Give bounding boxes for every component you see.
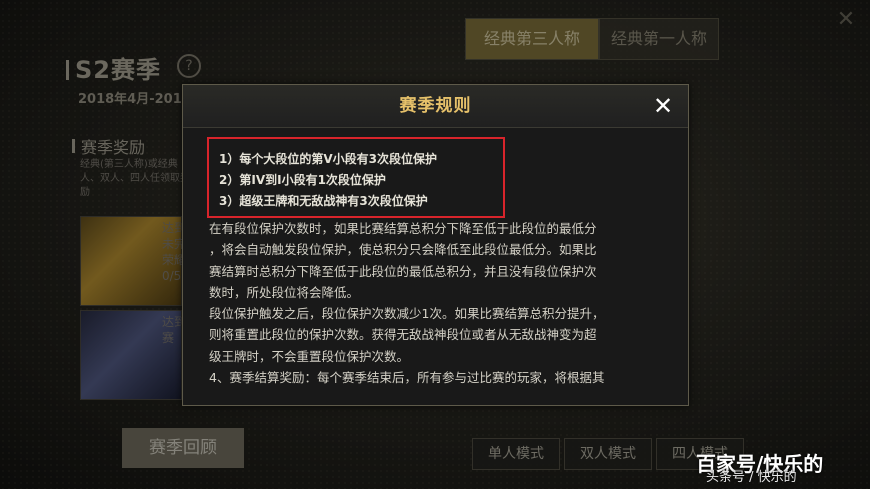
paragraph-line: 数时，所处段位将会降低。	[209, 284, 360, 300]
paragraph-line: 赛结算时总积分下降至低于此段位的最低总积分，并且没有段位保护次	[209, 263, 597, 279]
rule-item: 3）超级王牌和无敌战神有3次段位保护	[219, 194, 428, 208]
paragraph-line: 则将重置此段位的保护次数。获得无敌战神段位或者从无敌战神变为超	[209, 327, 597, 343]
paragraph-line: 段位保护触发之后，段位保护次数减少1次。如果比赛结算总积分提升，	[209, 306, 605, 322]
paragraph-line: 在有段位保护次数时，如果比赛结算总积分下降至低于此段位的最低分	[209, 221, 597, 236]
rule-item: 1）每个大段位的第V小段有3次段位保护	[219, 152, 437, 166]
rule-item: 2）第IV到I小段有1次段位保护	[219, 173, 386, 187]
season-rules-dialog: 赛季规则 ✕ 1）每个大段位的第V小段有3次段位保护 2）第IV到I小段有1次段…	[182, 84, 689, 406]
highlighted-rules-box: 1）每个大段位的第V小段有3次段位保护 2）第IV到I小段有1次段位保护 3）超…	[207, 137, 505, 218]
dialog-header: 赛季规则 ✕	[183, 85, 688, 128]
watermark-secondary: 头条号 / 快乐的	[706, 470, 797, 485]
paragraph-line: 级王牌时，不会重置段位保护次数。	[209, 348, 410, 364]
close-icon[interactable]: ✕	[650, 93, 676, 119]
dialog-body[interactable]: 1）每个大段位的第V小段有3次段位保护 2）第IV到I小段有1次段位保护 3）超…	[207, 137, 667, 388]
dialog-title: 赛季规则	[399, 96, 472, 116]
rules-paragraph: 在有段位保护次数时，如果比赛结算总积分下降至低于此段位的最低分 ，将会自动触发段…	[209, 218, 667, 388]
paragraph-line: 4、赛季结算奖励：每个赛季结束后，所有参与过比赛的玩家，将根据其	[209, 370, 605, 386]
paragraph-line: ，将会自动触发段位保护，使总积分只会降低至此段位最低分。如果比	[209, 242, 597, 258]
